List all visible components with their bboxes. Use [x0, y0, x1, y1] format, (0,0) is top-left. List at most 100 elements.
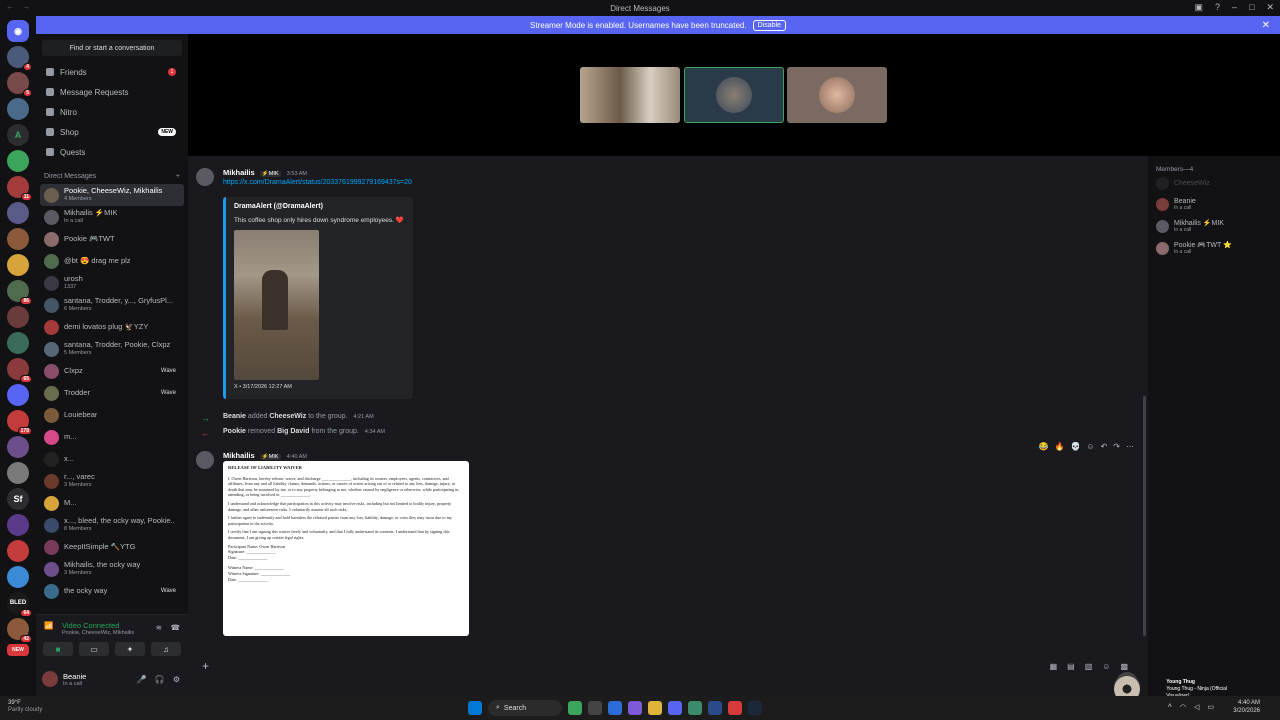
app-icon[interactable] [708, 701, 722, 715]
app-icon[interactable] [728, 701, 742, 715]
dm-item[interactable]: Pookie 🎮TWT [36, 228, 188, 250]
server-icon[interactable]: A [7, 124, 29, 146]
help-icon[interactable]: ? [1215, 2, 1220, 13]
dm-item[interactable]: urosh 1337 [36, 272, 188, 294]
forward-icon[interactable]: ↷ [1113, 442, 1120, 451]
member-item[interactable]: Pookie 🎮TWT ⭐ In a call [1148, 237, 1280, 259]
dm-item[interactable]: Louiebear [36, 404, 188, 426]
server-icon[interactable]: Sf [7, 488, 29, 510]
dm-item[interactable]: x..., bleed, the ocky way, Pookie... 8 M… [36, 514, 188, 536]
avatar[interactable] [196, 451, 214, 469]
reaction-icon[interactable]: 🔥 [1054, 442, 1064, 451]
maximize-icon[interactable]: □ [1249, 2, 1254, 13]
sticker-icon[interactable]: ▧ [1085, 662, 1093, 671]
add-dm-icon[interactable]: + [176, 173, 180, 180]
server-icon[interactable]: BLED 64 [7, 592, 32, 617]
server-icon[interactable] [7, 254, 29, 276]
task-view-icon[interactable] [588, 701, 602, 715]
app-icon[interactable] [628, 701, 642, 715]
forward-arrow-icon[interactable]: → [22, 2, 30, 11]
dm-item[interactable]: @bt 😍 drag me plz [36, 250, 188, 272]
dm-item[interactable]: demi lovatos plug 🦅YZY [36, 316, 188, 338]
disconnect-icon[interactable]: ☎ [171, 623, 180, 632]
video-tile[interactable] [580, 67, 680, 123]
dm-item[interactable]: Pookie, CheeseWiz, Mikhailis 4 Members [40, 184, 184, 206]
headphones-icon[interactable]: 🎧 [155, 675, 165, 684]
discord-home-icon[interactable]: ◉ [7, 20, 29, 42]
nav-shop[interactable]: Shop NEW [36, 122, 188, 142]
battery-icon[interactable]: ▭ [1207, 703, 1214, 711]
steam-icon[interactable] [748, 701, 762, 715]
wave-button[interactable]: Wave [161, 390, 176, 396]
chat-scrollbar[interactable] [1143, 396, 1146, 636]
dm-item[interactable]: Mikhailis ⚡MIK In a call [36, 206, 188, 228]
close-icon[interactable]: ✕ [1266, 2, 1274, 13]
embed-video[interactable] [234, 230, 319, 380]
volume-icon[interactable]: ◁ [1194, 703, 1199, 711]
server-icon[interactable]: 86 [7, 280, 32, 305]
wave-button[interactable]: Wave [161, 368, 176, 374]
message-author[interactable]: Mikhailis [223, 451, 255, 460]
message-link[interactable]: https://x.com/DramaAlert/status/20337619… [223, 179, 412, 186]
server-icon[interactable] [7, 436, 29, 458]
server-icon[interactable]: 11 [7, 176, 32, 201]
dm-item[interactable]: Trodder Wave [36, 382, 188, 404]
dm-item[interactable]: r..., varec 3 Members [36, 470, 188, 492]
avatar[interactable] [42, 671, 58, 687]
server-icon[interactable] [7, 462, 29, 484]
server-icon[interactable] [7, 228, 29, 250]
gif-icon[interactable]: ▤ [1067, 662, 1075, 671]
dm-item[interactable]: M... [36, 492, 188, 514]
message-author[interactable]: Mikhailis [223, 168, 255, 177]
wave-button[interactable]: Wave [161, 588, 176, 594]
minimize-icon[interactable]: – [1232, 2, 1237, 13]
nav-message-requests[interactable]: Message Requests [36, 82, 188, 102]
dm-item[interactable]: Clxpz Wave [36, 360, 188, 382]
member-item[interactable]: CheeseWiz [1148, 173, 1280, 194]
activities-button[interactable]: ✦ [115, 642, 145, 656]
close-banner-icon[interactable]: ✕ [1262, 20, 1270, 31]
server-icon[interactable] [7, 514, 29, 536]
soundboard-button[interactable]: ♫ [151, 642, 181, 656]
titlebar-nav[interactable]: ← → [6, 2, 30, 11]
windows-start-icon[interactable] [468, 701, 482, 715]
waiver-image[interactable]: RELEASE OF LIABILITY WAIVER I, Owen Harr… [223, 461, 469, 636]
member-item[interactable]: Beanie In a call [1148, 194, 1280, 215]
camera-button[interactable]: ■ [43, 642, 73, 656]
wifi-icon[interactable]: ◠ [1180, 703, 1186, 711]
member-item[interactable]: Mikhailis ⚡MIK In a call [1148, 215, 1280, 237]
file-explorer-icon[interactable] [648, 701, 662, 715]
window-controls[interactable]: ▣ ? – □ ✕ [1194, 2, 1274, 13]
screenshare-button[interactable]: ▭ [79, 642, 109, 656]
server-icon[interactable] [7, 540, 29, 562]
server-icon[interactable]: 42 [7, 618, 32, 643]
discord-icon[interactable] [668, 701, 682, 715]
chevron-up-icon[interactable]: ˄ [1168, 703, 1172, 711]
dm-item[interactable]: Mikhailis, the ocky way 3 Members [36, 558, 188, 580]
back-arrow-icon[interactable]: ← [6, 2, 14, 11]
dm-item[interactable]: santana, Trodder, Pookie, Clxpz 5 Member… [36, 338, 188, 360]
dm-item[interactable]: santana, Trodder, y..., GryfusPl... 6 Me… [36, 294, 188, 316]
avatar[interactable] [196, 168, 214, 186]
clock[interactable]: 4:40 AM 3/20/2026 [1233, 699, 1260, 715]
more-icon[interactable]: ⋯ [1126, 442, 1134, 451]
add-reaction-icon[interactable]: ☺ [1086, 442, 1094, 451]
embed-author[interactable]: DramaAlert (@DramaAlert) [234, 203, 405, 210]
server-icon[interactable] [7, 306, 29, 328]
server-icon[interactable] [7, 202, 29, 224]
new-badge-icon[interactable]: NEW [7, 644, 29, 656]
search-input[interactable]: Find or start a conversation [42, 40, 182, 56]
noise-suppression-icon[interactable]: ≋ [156, 623, 162, 632]
server-icon[interactable]: 5 [7, 72, 32, 97]
server-icon[interactable]: 4 [7, 46, 32, 71]
disable-streamer-button[interactable]: Disable [752, 19, 786, 31]
apps-icon[interactable]: ▩ [1120, 662, 1128, 671]
server-icon[interactable]: 178 [7, 410, 32, 435]
gift-icon[interactable]: ▦ [1050, 662, 1058, 671]
video-tile[interactable] [787, 67, 887, 123]
server-icon[interactable] [7, 98, 29, 120]
app-icon[interactable] [568, 701, 582, 715]
inbox-icon[interactable]: ▣ [1194, 2, 1203, 13]
nav-nitro[interactable]: Nitro [36, 102, 188, 122]
microphone-icon[interactable]: 🎤 [137, 675, 147, 684]
